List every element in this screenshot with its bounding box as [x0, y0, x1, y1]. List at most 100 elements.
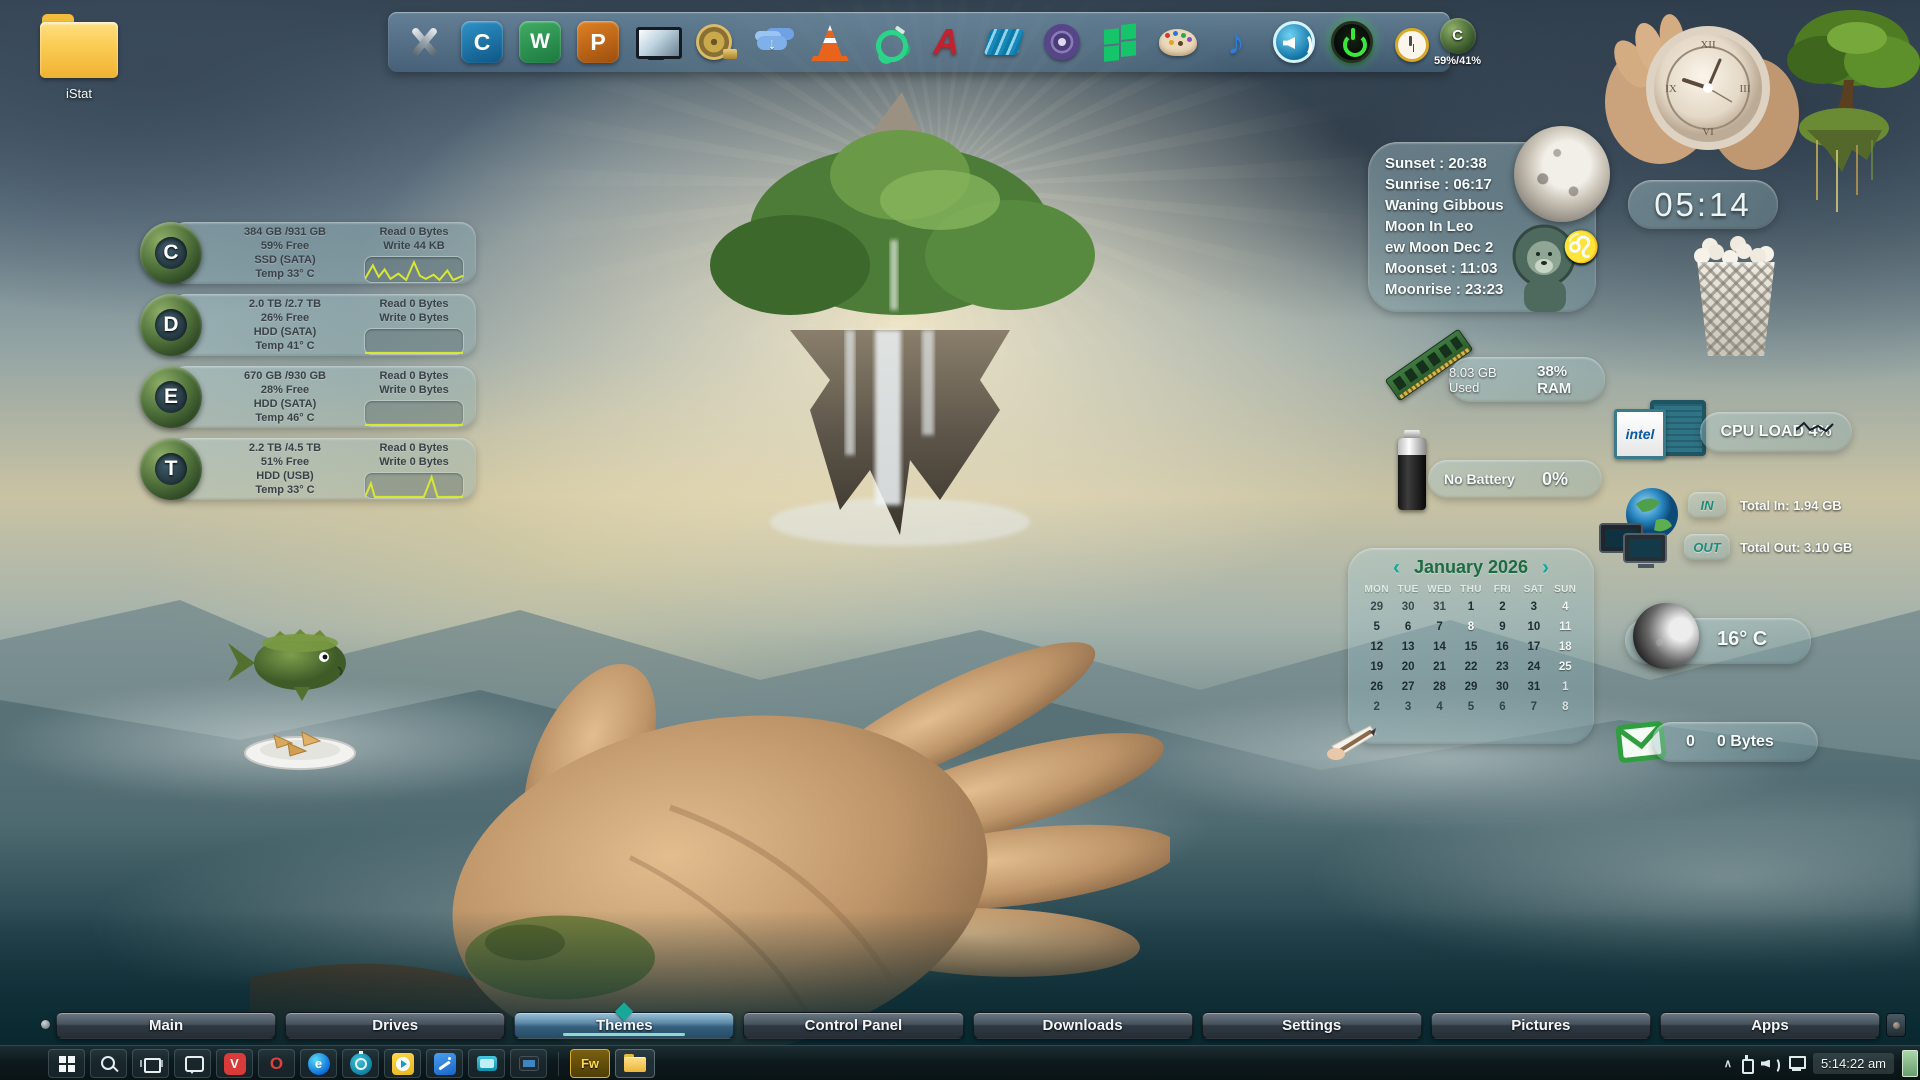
dock-items: CWP A ♪ [400, 16, 1434, 68]
drive-read: Read 0 Bytes [360, 225, 468, 239]
film-projector-icon[interactable] [690, 16, 738, 68]
tab-control-panel[interactable]: Control Panel [743, 1012, 963, 1039]
drive-widget-T[interactable]: T2.2 TB /4.5 TB51% FreeHDD (USB)Temp 33°… [140, 436, 476, 502]
fireworks-label: Fw [581, 1056, 599, 1071]
calendar-day: 21 [1424, 659, 1455, 675]
ram-used: 8.03 GB Used [1449, 365, 1530, 395]
calendar-day: 2 [1487, 599, 1518, 615]
search-button-glyph [98, 1053, 120, 1075]
calendar-day: 19 [1361, 659, 1392, 675]
drive-widget-D[interactable]: D2.0 TB /2.7 TB26% FreeHDD (SATA)Temp 41… [140, 292, 476, 358]
show-desktop-button[interactable] [1902, 1050, 1918, 1077]
weather-widget[interactable]: 16° C [1625, 618, 1811, 664]
pencil-hand-icon [1324, 702, 1394, 762]
calendar-day-header: SAT [1518, 584, 1549, 595]
tabbar-right-cap[interactable] [1886, 1013, 1906, 1037]
tabbar-left-cap[interactable] [40, 1019, 51, 1030]
power-button-icon[interactable] [1328, 16, 1376, 68]
moon-phase-icon [1514, 126, 1610, 222]
moon-info-line: Moon In Leo [1385, 216, 1504, 237]
dvd-icon[interactable] [1038, 16, 1086, 68]
cloud-download-icon[interactable] [748, 16, 796, 68]
wave-app-icon[interactable] [980, 16, 1028, 68]
calendar-day-header: SUN [1550, 584, 1581, 595]
drive-free: 59% Free [218, 239, 352, 253]
stopwatch-icon[interactable] [342, 1049, 379, 1078]
calendar-day: 5 [1361, 619, 1392, 635]
network-in-total: Total In: 1.94 GB [1740, 498, 1842, 513]
acrobat-icon[interactable]: A [922, 16, 970, 68]
ram-widget[interactable]: 8.03 GB Used 38% RAM [1449, 357, 1605, 402]
tab-themes[interactable]: Themes [514, 1012, 734, 1039]
alarm-clock-icon-glyph [1389, 21, 1431, 63]
drive-widget-E[interactable]: E670 GB /930 GB28% FreeHDD (SATA)Temp 46… [140, 364, 476, 430]
tab-apps[interactable]: Apps [1660, 1012, 1880, 1039]
tab-downloads[interactable]: Downloads [973, 1012, 1193, 1039]
fireworks-button[interactable]: Fw [570, 1049, 610, 1078]
photos-icon[interactable] [426, 1049, 463, 1078]
drive-type: SSD (SATA) [218, 253, 352, 267]
usb-tray-icon[interactable] [1740, 1055, 1753, 1072]
calendar-grid: MONTUEWEDTHUFRISATSUN2930311234567891011… [1348, 578, 1594, 715]
leo-lion-icon: ♌ [1502, 214, 1598, 318]
tray-chevron-icon[interactable]: ∧ [1724, 1057, 1732, 1070]
bottom-tab-dock: Main Drives Themes Control Panel Downloads Se… [56, 1012, 1880, 1039]
drive-widget-C[interactable]: C384 GB /931 GB59% FreeSSD (SATA)Temp 33… [140, 220, 476, 286]
crossed-tools-icon[interactable] [400, 16, 448, 68]
vivaldi-icon[interactable]: V [216, 1049, 253, 1078]
mail-widget[interactable]: 0 0 Bytes [1652, 722, 1818, 762]
taskbar[interactable]: VOe Fw ∧ 5:14:22 am [0, 1045, 1920, 1080]
desktop-icon-label: iStat [34, 86, 124, 101]
tab-drives[interactable]: Drives [285, 1012, 505, 1039]
calendar-day: 10 [1518, 619, 1549, 635]
taskbar-clock[interactable]: 5:14:22 am [1813, 1053, 1894, 1074]
wavelab-icon[interactable]: W [516, 16, 564, 68]
paint-palette-icon[interactable] [1154, 16, 1202, 68]
task-view-button[interactable] [132, 1049, 169, 1078]
volume-icon[interactable] [1270, 16, 1318, 68]
media-player-icon[interactable] [384, 1049, 421, 1078]
cubase-icon[interactable]: C [458, 16, 506, 68]
opera-icon[interactable]: O [258, 1049, 295, 1078]
calendar-next-button[interactable]: › [1542, 559, 1549, 577]
tab-pictures[interactable]: Pictures [1431, 1012, 1651, 1039]
calendar-day: 30 [1487, 679, 1518, 695]
windows-icon[interactable] [1096, 16, 1144, 68]
cpu-load-widget[interactable]: CPU LOAD 4% [1700, 412, 1852, 452]
digital-clock-widget[interactable]: 05:14 [1628, 180, 1778, 229]
alarm-clock-icon[interactable] [1386, 16, 1434, 68]
battery-widget[interactable]: No Battery 0% [1428, 460, 1602, 498]
tab-settings[interactable]: Settings [1202, 1012, 1422, 1039]
calendar-day: 1 [1550, 679, 1581, 695]
cloud-download-icon-glyph [751, 21, 793, 63]
top-dock[interactable]: CWPA♪ C 59%/41% [388, 12, 1450, 72]
drive-widgets: C384 GB /931 GB59% FreeSSD (SATA)Temp 33… [140, 220, 476, 508]
tab-main[interactable]: Main [56, 1012, 276, 1039]
wavelab-icon-glyph: W [519, 21, 561, 63]
start-button[interactable] [48, 1049, 85, 1078]
explorer-button[interactable] [615, 1049, 655, 1078]
powerdirector-icon[interactable]: P [574, 16, 622, 68]
calendar-widget[interactable]: ‹ January 2026 › MONTUEWEDTHUFRISATSUN29… [1348, 548, 1594, 744]
edge-icon[interactable]: e [300, 1049, 337, 1078]
dock-cpu-meter[interactable]: C 59%/41% [1434, 18, 1481, 67]
network-cable-icon[interactable] [864, 16, 912, 68]
remote-display-icon[interactable] [468, 1049, 505, 1078]
monitor-app-icon[interactable] [510, 1049, 547, 1078]
network-tray-icon[interactable] [1786, 1056, 1805, 1071]
drive-type: HDD (SATA) [218, 397, 352, 411]
moon-info-widget[interactable]: Sunset : 20:38Sunrise : 06:17Waning Gibb… [1368, 142, 1596, 312]
search-button[interactable] [90, 1049, 127, 1078]
chat-button[interactable] [174, 1049, 211, 1078]
calendar-day: 31 [1424, 599, 1455, 615]
vlc-icon[interactable] [806, 16, 854, 68]
calendar-prev-button[interactable]: ‹ [1393, 559, 1400, 577]
cpu-usage-label: 59%/41% [1434, 55, 1481, 67]
tv-icon[interactable] [632, 16, 680, 68]
volume-tray-icon[interactable] [1761, 1056, 1778, 1072]
music-note-icon[interactable]: ♪ [1212, 16, 1260, 68]
calendar-day: 15 [1455, 639, 1486, 655]
desktop[interactable]: XII III VI IX iStat CWPA♪ C 59%/41% 05:1… [0, 0, 1920, 1080]
desktop-icon-istat[interactable]: iStat [34, 22, 124, 101]
calendar-day: 6 [1392, 619, 1423, 635]
